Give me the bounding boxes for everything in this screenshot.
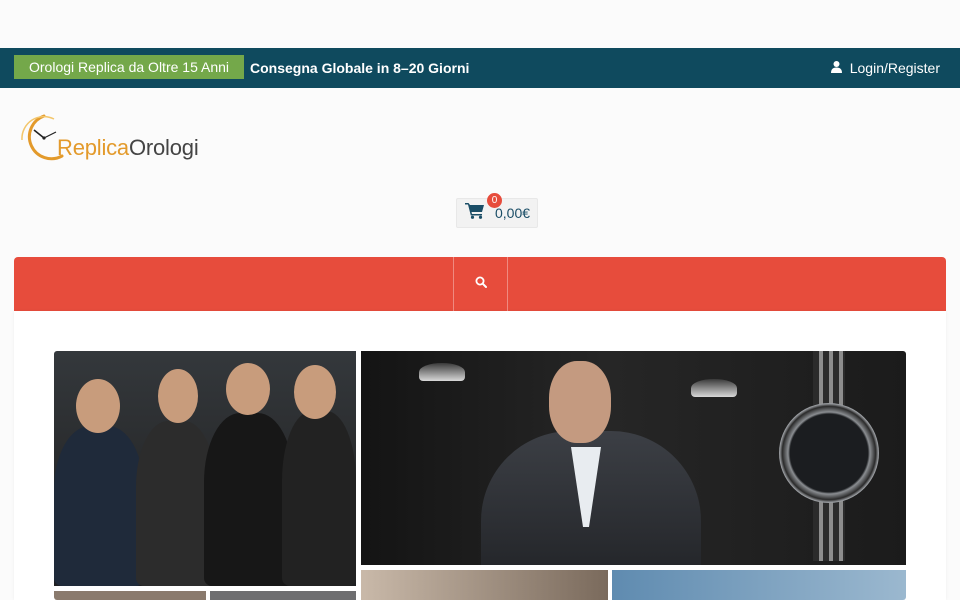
cart-button[interactable]: 0,00€ 0 [456,193,538,228]
search-icon [475,275,487,293]
banner-photo-thumb-1 [54,591,206,600]
hero-banner-collage[interactable] [54,351,906,600]
cart-count-badge: 0 [487,193,502,208]
cart-total: 0,00€ [495,205,531,221]
logo-wordmark: ReplicaOrologi [57,135,199,161]
banner-photo-thumb-4 [612,570,906,600]
banner-photo-man-omega-watch [361,351,906,565]
login-register-link[interactable]: Login/Register [830,48,940,88]
search-button[interactable] [453,257,508,311]
banner-photo-thumb-2 [210,591,356,600]
login-label: Login/Register [849,60,940,76]
top-info-bar: Orologi Replica da Oltre 15 Anni Consegn… [0,48,960,88]
shipping-message: Consegna Globale in 8–20 Giorni [250,60,470,76]
promo-badge: Orologi Replica da Oltre 15 Anni [14,55,244,79]
main-navigation [14,257,946,311]
logo-word-orologi: Orologi [128,135,199,160]
user-icon [830,60,842,76]
logo-word-replica: Replica [57,135,129,160]
banner-photo-group-men [54,351,356,586]
banner-photo-thumb-3 [361,570,608,600]
cart-icon [465,202,485,224]
site-logo[interactable]: ReplicaOrologi [14,110,219,170]
